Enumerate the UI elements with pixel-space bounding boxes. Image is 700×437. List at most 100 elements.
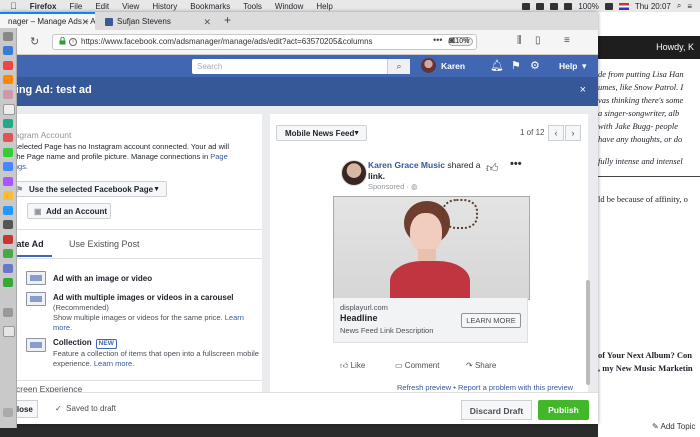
single-image-format-icon[interactable] — [26, 271, 46, 285]
format-option-single[interactable]: Ad with an image or video — [53, 274, 152, 283]
learn-more-link[interactable]: Learn more. — [94, 359, 134, 368]
close-icon[interactable]: ✕ — [203, 14, 211, 30]
battery-icon[interactable] — [604, 2, 613, 10]
share-button[interactable]: ↷ Share — [466, 361, 496, 370]
menu-tools[interactable]: Tools — [243, 2, 262, 11]
user-name[interactable]: Karen — [441, 61, 465, 71]
info-icon[interactable]: i — [69, 38, 77, 46]
menu-view[interactable]: View — [122, 2, 139, 11]
page-actions-icon[interactable]: ••• — [433, 35, 442, 45]
report-problem-link[interactable]: Report a problem with this preview — [458, 383, 573, 392]
trash-icon[interactable] — [3, 408, 13, 417]
search-icon[interactable]: ⌕ — [677, 1, 681, 11]
publish-button[interactable]: Publish — [538, 400, 589, 420]
url-text[interactable]: https://www.facebook.com/adsmanager/mana… — [81, 37, 411, 46]
reload-icon[interactable]: ↻ — [30, 35, 39, 48]
ad-link-footer[interactable]: displayurl.com Headline News Feed Link D… — [333, 298, 528, 343]
editor-title-bar: ating Ad: test ad × — [0, 77, 598, 106]
app-icon[interactable] — [3, 133, 13, 142]
discard-draft-button[interactable]: Discard Draft — [461, 400, 532, 420]
like-page-icon[interactable]: 👍︎ — [486, 161, 499, 176]
help-link[interactable]: Help — [559, 61, 577, 71]
format-option-collection[interactable]: Collection NEW — [53, 338, 117, 349]
bluetooth-icon[interactable] — [536, 2, 545, 10]
app-icon[interactable] — [3, 206, 13, 215]
app-icon[interactable] — [3, 119, 13, 128]
next-button[interactable]: › — [565, 125, 581, 141]
new-tab-button[interactable]: + — [224, 13, 231, 27]
search-icon[interactable]: ⌕ — [387, 59, 410, 74]
volume-icon[interactable] — [564, 2, 573, 10]
url-bar[interactable]: i https://www.facebook.com/adsmanager/ma… — [52, 34, 477, 50]
flag-icon[interactable]: ⚑ — [511, 59, 521, 72]
dropbox-icon[interactable] — [522, 2, 531, 10]
menu-help[interactable]: Help — [316, 2, 332, 11]
learn-more-link[interactable]: more. — [53, 323, 72, 332]
folder-icon[interactable] — [3, 326, 15, 337]
page-settings-link[interactable]: Page — [210, 152, 228, 161]
like-button[interactable]: 👍︎ Like — [340, 361, 365, 371]
menu-file[interactable]: File — [69, 2, 82, 11]
dropdown-icon[interactable]: ▾ — [582, 61, 587, 72]
app-icon[interactable] — [3, 61, 13, 70]
close-icon[interactable]: × — [580, 84, 586, 96]
app-icon[interactable] — [3, 308, 13, 317]
menu-bookmarks[interactable]: Bookmarks — [190, 2, 230, 11]
clock[interactable]: Thu 20:07 — [635, 2, 671, 11]
app-icon[interactable] — [3, 220, 13, 229]
app-icon[interactable] — [3, 249, 13, 258]
carousel-format-icon[interactable] — [26, 292, 46, 306]
menu-list-icon[interactable]: ≡ — [687, 2, 692, 11]
add-account-button[interactable]: ▣ Add an Account — [27, 203, 111, 219]
app-icon[interactable] — [3, 264, 13, 273]
gear-icon[interactable]: ⚙ — [530, 59, 540, 72]
menu-history[interactable]: History — [152, 2, 177, 11]
sidebar-icon[interactable]: ▯ — [535, 35, 541, 46]
menu-window[interactable]: Window — [275, 2, 303, 11]
app-icon[interactable] — [3, 177, 13, 186]
placement-dropdown[interactable]: Mobile News Feed ▼ — [276, 125, 367, 141]
app-icon[interactable] — [3, 278, 13, 287]
pocket-icon[interactable]: ◙ — [449, 35, 454, 45]
search-input[interactable]: Search ⌕ — [192, 59, 410, 74]
learn-more-button[interactable]: LEARN MORE — [461, 313, 521, 328]
app-icon[interactable] — [3, 162, 13, 171]
comment-button[interactable]: ▭ Comment — [395, 361, 439, 370]
more-options-icon[interactable]: ••• — [510, 158, 522, 170]
spotify-icon[interactable] — [3, 148, 13, 157]
admin-bar-user[interactable]: Howdy, K — [598, 36, 700, 59]
use-page-button[interactable]: ⚑ Use the selected Facebook Page ▼ — [8, 181, 167, 197]
hamburger-menu-icon[interactable]: ≡ — [564, 35, 570, 46]
instagram-icon: ▣ — [34, 207, 42, 216]
learn-more-link[interactable]: Learn — [225, 313, 244, 322]
app-icon[interactable] — [3, 191, 13, 200]
tab-use-existing-post[interactable]: Use Existing Post — [69, 239, 140, 249]
shared-link[interactable]: link. — [368, 171, 385, 181]
format-option-carousel[interactable]: Ad with multiple images or videos in a c… — [53, 293, 234, 302]
refresh-preview-link[interactable]: Refresh preview — [397, 383, 451, 392]
app-icon[interactable] — [3, 46, 13, 55]
tab-sufjan[interactable]: Sufjan Stevens ✕ — [97, 14, 217, 30]
bell-icon[interactable]: 🔔︎ — [490, 59, 504, 72]
close-icon[interactable]: ✕ — [81, 14, 89, 30]
app-icon[interactable] — [3, 235, 13, 244]
add-topic-button[interactable]: ✎ Add Topic — [652, 422, 695, 431]
calendar-icon[interactable] — [3, 104, 15, 115]
bookmark-star-icon[interactable]: ☆ — [463, 35, 471, 46]
apple-menu-icon[interactable]:  — [10, 1, 17, 11]
firefox-icon[interactable] — [3, 75, 13, 84]
link-description: News Feed Link Description — [340, 326, 434, 335]
avatar[interactable] — [421, 58, 436, 73]
wifi-icon[interactable] — [550, 2, 559, 10]
flag-icon[interactable] — [618, 2, 629, 10]
page-name[interactable]: Karen Grace Music — [368, 160, 445, 170]
menu-edit[interactable]: Edit — [95, 2, 109, 11]
menu-firefox[interactable]: Firefox — [30, 2, 57, 11]
app-icon[interactable] — [3, 90, 13, 99]
previous-button[interactable]: ‹ — [548, 125, 564, 141]
scrollbar[interactable] — [586, 280, 590, 385]
library-icon[interactable]: ⫼ — [517, 35, 522, 46]
finder-icon[interactable] — [3, 32, 13, 41]
add-account-label: Add an Account — [46, 207, 108, 216]
collection-format-icon[interactable] — [26, 338, 46, 352]
